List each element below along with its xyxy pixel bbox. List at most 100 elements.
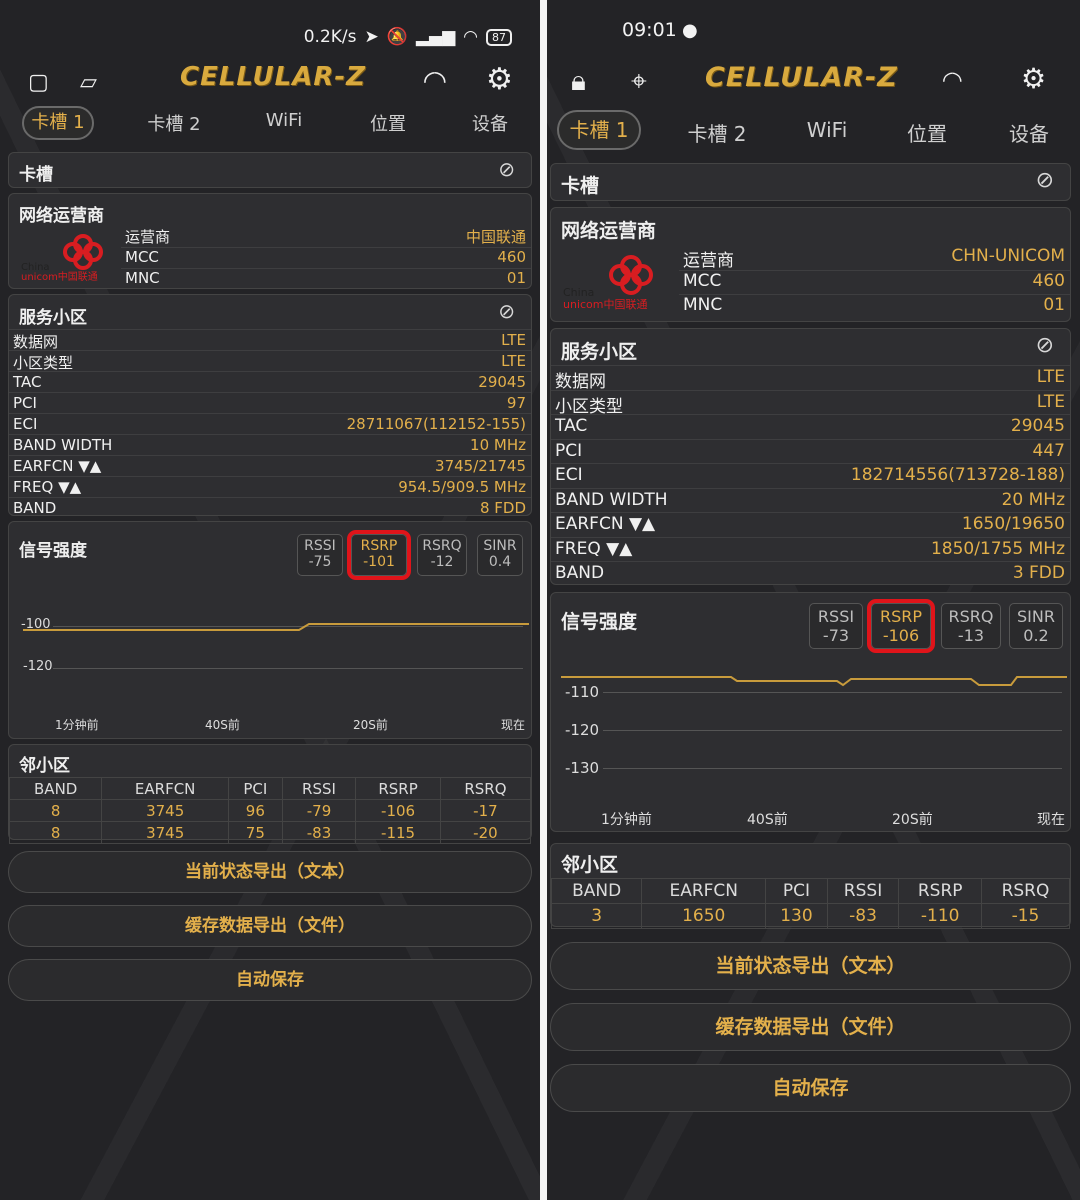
serving-cell-panel: 服务小区 ⊘ 数据网 LTE 小区类型 LTE TAC 29045 PCI 447 ECI 182… xyxy=(550,328,1071,585)
tab-sim2[interactable]: 卡槽 2 xyxy=(140,110,208,136)
serving-row: PCI 447 xyxy=(551,438,1070,465)
tab-device[interactable]: 设备 xyxy=(458,110,522,136)
auto-save-button[interactable]: 自动保存 xyxy=(550,1064,1071,1112)
china-unicom-logo: China unicom中国联通 xyxy=(19,230,119,283)
battery-icon: 87 xyxy=(486,28,512,46)
wifi-icon: ◠ xyxy=(463,27,478,47)
operator-title: 网络运营商 xyxy=(561,220,657,242)
gridline xyxy=(603,768,1062,769)
auto-save-button[interactable]: 自动保存 xyxy=(8,959,532,1001)
export-cache-button[interactable]: 缓存数据导出（文件） xyxy=(8,905,532,947)
svg-text:unicom中国联通: unicom中国联通 xyxy=(21,270,98,282)
neighbor-title: 邻小区 xyxy=(561,854,619,876)
y-tick: -130 xyxy=(565,759,600,777)
tab-location[interactable]: 位置 xyxy=(356,110,420,136)
signal-panel: 信号强度 RSSI -75 RSRP -101 RSRQ -12 SINR 0.4 -1… xyxy=(8,521,532,739)
column-header: PCI xyxy=(227,777,283,800)
table-header-row: BAND EARFCN PCI RSSI RSRP RSRQ xyxy=(550,878,1071,904)
serving-value: LTE xyxy=(501,331,526,349)
column-header: RSRP xyxy=(898,878,982,904)
serving-row: ECI 182714556(713728-188) xyxy=(551,463,1070,489)
table-row: 3 1650 130 -83 -110 -15 xyxy=(550,903,1071,929)
serving-value: 29045 xyxy=(478,373,526,391)
serving-row: TAC 29045 xyxy=(9,371,531,393)
serving-key: PCI xyxy=(555,440,583,461)
screenshot-divider xyxy=(540,0,547,1200)
rsrq-box: RSRQ -13 xyxy=(941,603,1001,649)
serving-row: BAND WIDTH 10 MHz xyxy=(9,434,531,456)
speedometer-icon[interactable]: ◜◝ xyxy=(943,66,962,94)
neighbor-title: 邻小区 xyxy=(19,756,70,776)
tab-sim1[interactable]: 卡槽 1 xyxy=(557,110,641,150)
serving-key: 数据网 xyxy=(555,372,606,392)
table-cell: 3745 xyxy=(101,821,229,844)
tab-wifi[interactable]: WiFi xyxy=(252,110,316,131)
eye-off-icon[interactable]: ⊘ xyxy=(1036,333,1054,358)
serving-value: 28711067(112152-155) xyxy=(346,415,526,433)
serving-key: ECI xyxy=(555,465,583,485)
eye-off-icon[interactable]: ⊘ xyxy=(1036,168,1054,193)
tab-location[interactable]: 位置 xyxy=(895,118,959,147)
operator-row: 运营商 CHN-UNICOM xyxy=(683,246,1065,271)
x-tick: 20S前 xyxy=(353,718,388,732)
tab-wifi[interactable]: WiFi xyxy=(795,118,859,142)
export-status-button[interactable]: 当前状态导出（文本） xyxy=(550,942,1071,990)
eye-off-icon[interactable]: ⊘ xyxy=(498,299,515,323)
export-cache-button[interactable]: 缓存数据导出（文件） xyxy=(550,1003,1071,1051)
neighbor-panel: 邻小区 BAND EARFCN PCI RSSI RSRP RSRQ 3 1650 130 -83… xyxy=(550,843,1071,929)
serving-key: 数据网 xyxy=(13,333,59,351)
table-cell: -15 xyxy=(980,903,1071,929)
gear-icon[interactable]: ⚙ xyxy=(1021,62,1046,95)
export-status-button[interactable]: 当前状态导出（文本） xyxy=(8,851,532,893)
x-tick: 20S前 xyxy=(892,812,933,828)
map-pin-icon[interactable]: ⌖ xyxy=(631,64,647,98)
x-tick: 1分钟前 xyxy=(55,718,99,732)
serving-value: LTE xyxy=(501,352,526,370)
table-cell: 3745 xyxy=(101,799,229,822)
serving-row: BAND WIDTH 20 MHz xyxy=(551,487,1070,514)
column-header: BAND xyxy=(550,878,643,904)
x-tick: 40S前 xyxy=(205,718,240,732)
signal-panel: 信号强度 RSSI -73 RSRP -106 RSRQ -13 SINR 0.2 -1… xyxy=(550,592,1071,832)
table-row: 8 3745 75 -83 -115 -20 xyxy=(8,821,532,844)
tab-device[interactable]: 设备 xyxy=(997,118,1061,147)
right-phone-screenshot: 09:01 ● 🔒︎ ⌖ CELLULAR-Z ◜◝ ⚙ 卡槽 1 卡槽 2 W… xyxy=(547,0,1080,1200)
lock-icon[interactable]: ▢ xyxy=(28,70,49,95)
lock-icon[interactable]: 🔒︎ xyxy=(571,64,586,98)
signal-bars-icon: ▂▄▆ xyxy=(415,27,456,47)
table-cell: -17 xyxy=(439,799,532,822)
gridline xyxy=(53,668,523,669)
operator-row: 运营商 中国联通 xyxy=(125,228,526,246)
column-header: EARFCN xyxy=(641,878,767,904)
serving-value: 954.5/909.5 MHz xyxy=(398,478,526,496)
table-cell: 8 xyxy=(8,799,103,822)
gear-icon[interactable]: ⚙ xyxy=(486,62,513,97)
map-icon[interactable]: ▱ xyxy=(80,70,97,95)
serving-row: 数据网 LTE xyxy=(551,365,1070,392)
x-tick: 现在 xyxy=(1037,812,1065,828)
gridline xyxy=(603,730,1062,731)
app-logo: CELLULAR-Z xyxy=(180,62,367,92)
column-header: EARFCN xyxy=(101,777,229,800)
operator-row: MCC 460 xyxy=(121,247,531,269)
table-cell: -115 xyxy=(355,821,441,844)
sim-card-panel: 卡槽 ⊘ xyxy=(8,152,532,188)
rsrp-trend-line xyxy=(561,676,1067,687)
serving-key: EARFCN ▼▲ xyxy=(13,457,102,475)
serving-key: ECI xyxy=(13,415,38,433)
tab-sim1[interactable]: 卡槽 1 xyxy=(22,106,94,140)
tab-sim2[interactable]: 卡槽 2 xyxy=(679,118,755,147)
operator-row: MCC 460 xyxy=(679,270,1070,295)
operator-panel: 网络运营商 China unicom中国联通 运营商 中国联通 MCC 460 … xyxy=(8,193,532,289)
sim-card-title: 卡槽 xyxy=(561,175,600,197)
serving-value: 447 xyxy=(1032,440,1065,461)
serving-value: 3 FDD xyxy=(1012,563,1065,583)
speedometer-icon[interactable]: ◜◝ xyxy=(424,64,446,97)
column-header: RSRQ xyxy=(980,878,1071,904)
location-icon: ➤ xyxy=(364,27,379,47)
sinr-box: SINR 0.4 xyxy=(477,534,523,576)
eye-off-icon[interactable]: ⊘ xyxy=(498,157,515,181)
svg-text:unicom中国联通: unicom中国联通 xyxy=(563,298,648,310)
serving-value: 182714556(713728-188) xyxy=(850,465,1065,485)
serving-key: PCI xyxy=(13,394,37,412)
